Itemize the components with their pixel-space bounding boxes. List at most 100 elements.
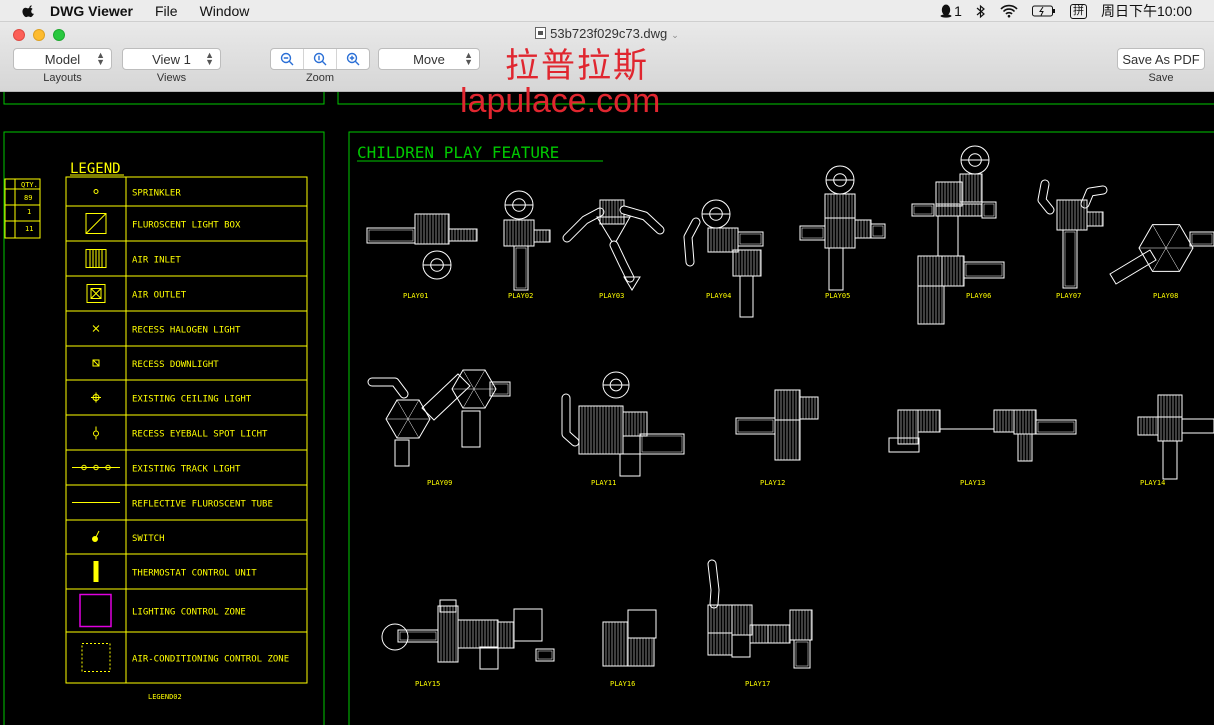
existing-track-light-icon [72,464,120,471]
drawing-canvas[interactable]: QTY. 89 1 11 LEGEND SPRINKLER FLUROSCENT LIGHT… [0,92,1214,725]
play07 [1037,179,1108,289]
symbol [93,189,99,194]
symbol [92,359,100,367]
play-label-play14: PLAY14 [1140,479,1165,487]
play17 [707,559,813,669]
legend-label-1: SPRINKLER [132,189,181,199]
slide [735,417,776,435]
deck [497,621,515,649]
deck [627,637,655,667]
app-menu[interactable]: DWG Viewer [50,3,133,19]
slide-lane [368,229,414,242]
deck [789,609,813,641]
qq-count: 1 [954,3,962,19]
watermark-cn: 拉普拉斯 [505,46,649,86]
save-as-pdf-button[interactable]: Save As PDF [1117,48,1205,70]
deck [917,409,941,433]
zoom-actual-button[interactable] [304,49,337,69]
play-label-play09: PLAY09 [427,479,452,487]
play11 [561,371,685,477]
file-menu[interactable]: File [155,3,178,19]
slide [394,439,410,467]
select-arrows-icon: ▲ ▼ [464,50,473,67]
zoom-control [270,48,370,70]
zoom-in-icon [346,52,360,66]
deck [941,255,965,287]
views-select[interactable]: View 1 ▲ ▼ [122,48,221,70]
play15 [381,599,555,670]
input-method-indicator[interactable]: 拼 [1069,3,1087,19]
legend-label-8: RECESS EYEBALL SPOT LICHT [132,430,268,440]
zoom-caption: Zoom [305,72,335,84]
deck [935,181,963,207]
slide [479,646,499,670]
play01 [366,213,478,280]
recess-downlight-icon [92,359,100,367]
slide-lane [1064,231,1076,287]
play12 [735,389,819,461]
slide-lane [739,233,762,245]
menu-bar: DWG Viewer File Window 1 拼 周日下午10:00 [0,0,1214,22]
play-label-play15: PLAY15 [415,680,440,688]
layouts-caption: Layouts [43,72,82,84]
slide [639,433,685,455]
deck [959,173,983,203]
thermostat-control-unit-icon [93,561,99,582]
save-caption: Save [1148,72,1174,84]
legend-label-13: LIGHTING CONTROL ZONE [132,608,246,618]
zoom-in-button[interactable] [337,49,369,69]
slide [937,215,959,257]
slide-lane [399,631,437,641]
select-arrows-icon: ▲ ▼ [205,50,214,67]
deck [917,285,945,325]
qq-status-item[interactable]: 1 [940,3,962,19]
select-arrows-icon: ▲ ▼ [96,50,105,67]
air-conditioning-control-zone-icon [81,643,111,672]
slide [739,275,754,318]
apple-icon[interactable] [22,4,36,18]
slide-lane [641,435,683,453]
play-label-play06: PLAY06 [966,292,991,300]
deck [533,229,551,243]
lighting-control-zone-icon [79,593,112,628]
slide [828,247,844,291]
symbol [93,561,99,582]
slide-lane [872,225,884,237]
tube-slide-inner [708,560,719,608]
switch-icon [92,530,100,542]
play05 [799,165,886,291]
play-label-play17: PLAY17 [745,680,770,688]
wifi-icon[interactable] [1000,4,1018,18]
qty-value: 89 [24,194,32,202]
play03 [562,199,665,291]
air-outlet-icon [86,284,106,303]
tool-select[interactable]: Move ▲ ▼ [378,48,480,70]
layouts-select[interactable]: Model ▲ ▼ [13,48,112,70]
qty-value: 1 [27,208,31,216]
play-label-play02: PLAY02 [508,292,533,300]
slide [793,639,811,669]
zoom-out-button[interactable] [271,49,304,69]
clock[interactable]: 周日下午10:00 [1101,1,1192,21]
slide [1109,249,1157,285]
watermark-url: lapulace.com [460,82,661,120]
legend-label-2: FLUROSCENT LIGHT BOX [132,221,241,231]
status-area: 1 拼 周日下午10:00 [940,0,1192,22]
bluetooth-icon[interactable] [976,4,986,19]
play-label-play04: PLAY04 [706,292,731,300]
slide [1162,440,1178,480]
window-menu[interactable]: Window [200,3,250,19]
views-caption: Views [156,72,187,84]
deck [959,203,983,217]
slide [619,453,641,477]
air-inlet-icon [85,249,107,268]
play-label-play05: PLAY05 [825,292,850,300]
dwg-drawing[interactable]: QTY.89111LEGENDSPRINKLERFLUROSCENT LIGHT… [0,92,1214,725]
symbol [90,288,102,299]
deck [627,609,657,639]
tube-slide-inner [1081,186,1107,208]
play14 [1137,394,1214,480]
battery-icon[interactable] [1031,5,1056,17]
title-chevron-icon[interactable]: ⌄ [671,30,679,40]
frame-top-left [3,92,325,105]
